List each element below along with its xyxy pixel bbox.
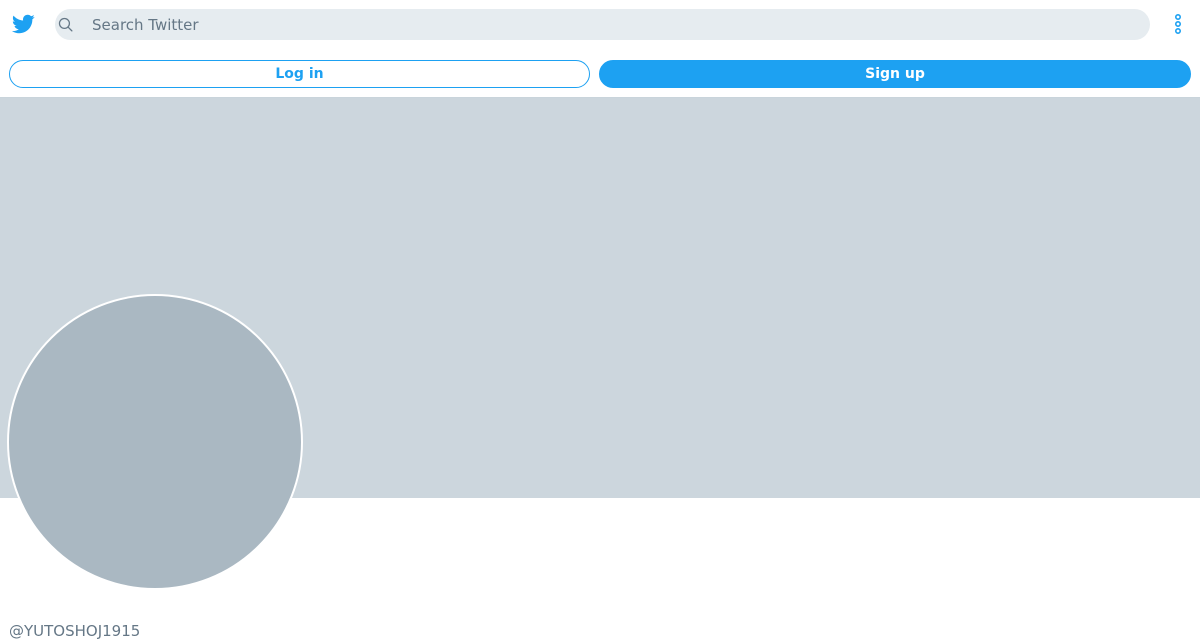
- auth-actions: Log in Sign up: [0, 48, 1200, 98]
- search-input[interactable]: [92, 9, 1132, 40]
- more-vertical-icon[interactable]: [1168, 12, 1188, 36]
- search-icon: [57, 16, 74, 33]
- sign-up-button[interactable]: Sign up: [599, 60, 1191, 88]
- top-bar: [0, 0, 1200, 48]
- profile-handle: @YUTOSHOJ1915: [9, 622, 141, 640]
- twitter-logo-icon[interactable]: [9, 12, 37, 36]
- log-in-button[interactable]: Log in: [9, 60, 590, 88]
- avatar[interactable]: [7, 294, 303, 590]
